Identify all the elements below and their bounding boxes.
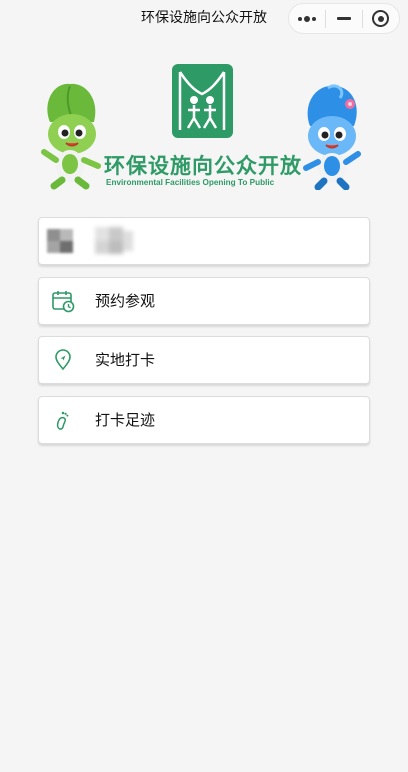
mini-program-capsule: [288, 3, 400, 34]
menu-item-book-visit[interactable]: 预约参观: [38, 277, 370, 325]
top-navigation-bar: 环保设施向公众开放: [0, 0, 408, 40]
logo: [172, 64, 233, 138]
blue-water-mascot-icon: [303, 84, 361, 190]
menu-item-footprints[interactable]: 打卡足迹: [38, 396, 370, 444]
menu-item-label: 预约参观: [95, 292, 156, 310]
people-logo-icon: [178, 71, 226, 130]
more-button[interactable]: [289, 4, 325, 33]
banner-title: 环保设施向公众开放: [104, 154, 302, 178]
banner: 环保设施向公众开放 Environmental Facilities Openi…: [40, 62, 370, 192]
menu-item-check-in[interactable]: 实地打卡: [38, 336, 370, 384]
more-dots-icon: [298, 15, 316, 22]
footprint-icon: [56, 411, 69, 430]
close-button[interactable]: [363, 4, 399, 33]
banner-subtitle: Environmental Facilities Opening To Publ…: [106, 178, 275, 187]
avatar: [47, 229, 73, 253]
menu-item-label: 打卡足迹: [95, 411, 156, 429]
green-leaf-mascot-icon: [41, 83, 101, 190]
target-close-icon: [372, 10, 390, 27]
minimize-button[interactable]: [326, 4, 362, 33]
calendar-clock-icon: [52, 291, 75, 313]
menu-item-label: 实地打卡: [95, 351, 156, 369]
location-pin-icon: [55, 349, 71, 371]
user-name-blurred: [95, 227, 133, 254]
minimize-icon: [336, 17, 351, 20]
user-profile-card[interactable]: [38, 217, 370, 265]
